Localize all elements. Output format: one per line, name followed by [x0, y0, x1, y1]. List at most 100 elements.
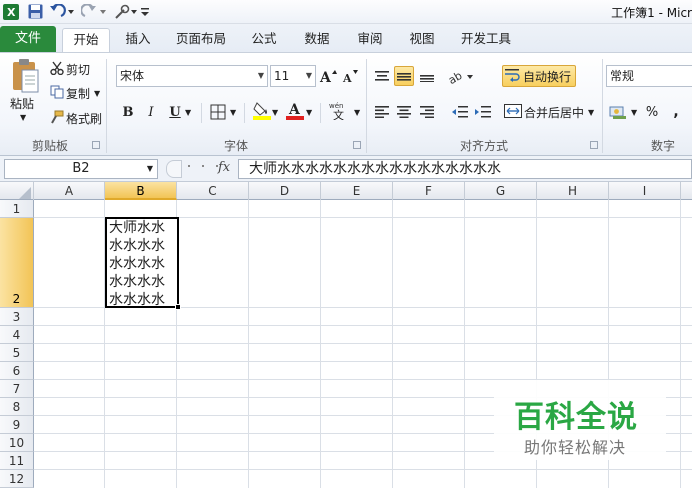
- svg-text:ab: ab: [448, 69, 464, 84]
- save-icon[interactable]: [26, 3, 44, 20]
- fill-handle[interactable]: [175, 304, 181, 310]
- row-header-8[interactable]: 8: [0, 398, 34, 416]
- tab-view[interactable]: 视图: [402, 28, 442, 52]
- font-size-select[interactable]: 11 ▼: [270, 65, 316, 87]
- separator: [244, 103, 245, 123]
- decrease-indent-icon[interactable]: [450, 102, 470, 122]
- ribbon-tabs: 文件 开始 插入 页面布局 公式 数据 审阅 视图 开发工具: [0, 24, 692, 52]
- tab-review[interactable]: 审阅: [350, 28, 390, 52]
- select-all-button[interactable]: [0, 182, 34, 200]
- wrap-text-button[interactable]: 自动换行: [502, 65, 576, 87]
- column-header-b[interactable]: B: [105, 182, 177, 200]
- borders-icon[interactable]: [208, 102, 228, 122]
- tab-data[interactable]: 数据: [297, 28, 337, 52]
- insert-function-button[interactable]: fx: [218, 160, 230, 175]
- name-box[interactable]: B2 ▼: [4, 159, 158, 179]
- fill-color-icon[interactable]: [252, 100, 272, 120]
- merge-center-button[interactable]: 合并后居中 ▼: [504, 102, 594, 122]
- row-header-6[interactable]: 6: [0, 362, 34, 380]
- cell-text-line: 水水水水: [109, 256, 165, 272]
- paste-icon[interactable]: [8, 57, 42, 95]
- svg-text:文: 文: [333, 108, 344, 120]
- format-painter-button[interactable]: 格式刷: [50, 110, 102, 127]
- underline-dropdown-icon[interactable]: ▼: [185, 108, 191, 117]
- row-header-2[interactable]: 2: [0, 218, 34, 308]
- font-color-icon[interactable]: A: [285, 100, 305, 120]
- column-header-g[interactable]: G: [465, 182, 537, 200]
- italic-button[interactable]: I: [141, 102, 161, 122]
- font-name-select[interactable]: 宋体 ▼: [116, 65, 268, 87]
- grow-font-icon[interactable]: A: [318, 66, 338, 86]
- row-header-3[interactable]: 3: [0, 308, 34, 326]
- formula-bar-grip[interactable]: [188, 165, 218, 173]
- shrink-font-icon[interactable]: A: [340, 66, 360, 86]
- paste-button[interactable]: 粘贴: [10, 95, 34, 112]
- underline-button[interactable]: U: [165, 102, 185, 122]
- row-header-7[interactable]: 7: [0, 380, 34, 398]
- row-header-11[interactable]: 11: [0, 452, 34, 470]
- increase-indent-icon[interactable]: [473, 102, 493, 122]
- row-header-12[interactable]: 12: [0, 470, 34, 488]
- tab-insert[interactable]: 插入: [118, 28, 158, 52]
- row-header-5[interactable]: 5: [0, 344, 34, 362]
- align-center-icon[interactable]: [394, 102, 414, 122]
- row-header-4[interactable]: 4: [0, 326, 34, 344]
- customize-toolbar-icon[interactable]: [140, 3, 150, 20]
- column-header-a[interactable]: A: [34, 182, 105, 200]
- undo-icon[interactable]: [48, 3, 76, 20]
- align-bottom-icon[interactable]: [417, 66, 437, 86]
- phonetic-guide-icon[interactable]: wén 文: [328, 100, 354, 120]
- font-name-value: 宋体: [120, 69, 145, 83]
- row-header-1[interactable]: 1: [0, 200, 34, 218]
- cell-text-line: 水水水水: [109, 238, 165, 254]
- alignment-launcher-icon[interactable]: [590, 141, 598, 149]
- borders-dropdown-icon[interactable]: ▼: [230, 108, 236, 117]
- copy-icon: [50, 85, 66, 102]
- align-left-icon[interactable]: [372, 102, 392, 122]
- svg-text:A: A: [319, 70, 332, 84]
- column-header-f[interactable]: F: [393, 182, 465, 200]
- fill-color-dropdown-icon[interactable]: ▼: [272, 108, 278, 117]
- merge-center-label: 合并后居中: [524, 105, 585, 120]
- column-header-i[interactable]: I: [609, 182, 681, 200]
- merge-dropdown-icon[interactable]: ▼: [588, 108, 594, 117]
- separator: [201, 103, 202, 123]
- column-header-d[interactable]: D: [249, 182, 321, 200]
- number-format-select[interactable]: 常规: [606, 65, 692, 87]
- font-launcher-icon[interactable]: [353, 141, 361, 149]
- align-top-icon[interactable]: [372, 66, 392, 86]
- currency-dropdown-icon[interactable]: ▼: [631, 108, 637, 117]
- tab-page-layout[interactable]: 页面布局: [170, 28, 232, 52]
- align-right-icon[interactable]: [417, 102, 437, 122]
- number-format-value: 常规: [610, 69, 635, 83]
- tab-home[interactable]: 开始: [62, 28, 110, 52]
- paste-dropdown-icon[interactable]: ▼: [20, 113, 26, 122]
- tools-icon[interactable]: [112, 3, 138, 20]
- formula-input[interactable]: 大师水水水水水水水水水水水水水水水水: [238, 159, 692, 179]
- comma-style-button[interactable]: ,: [666, 102, 686, 122]
- redo-icon[interactable]: [80, 3, 108, 20]
- tab-formulas[interactable]: 公式: [244, 28, 284, 52]
- merge-icon: [504, 103, 524, 121]
- currency-icon[interactable]: [608, 102, 630, 122]
- orientation-icon[interactable]: ab: [447, 66, 475, 86]
- percent-button[interactable]: %: [642, 102, 662, 122]
- row-header-10[interactable]: 10: [0, 434, 34, 452]
- column-header-c[interactable]: C: [177, 182, 249, 200]
- copy-button[interactable]: 复制 ▼: [50, 85, 100, 102]
- phonetic-dropdown-icon[interactable]: ▼: [354, 108, 360, 117]
- row-header-9[interactable]: 9: [0, 416, 34, 434]
- formula-bar-splitter[interactable]: [166, 160, 182, 178]
- copy-dropdown-icon[interactable]: ▼: [94, 89, 100, 98]
- align-middle-icon[interactable]: [394, 66, 414, 86]
- font-color-dropdown-icon[interactable]: ▼: [306, 108, 312, 117]
- tab-file[interactable]: 文件: [0, 26, 56, 52]
- tab-developer[interactable]: 开发工具: [456, 28, 516, 52]
- clipboard-launcher-icon[interactable]: [92, 141, 100, 149]
- column-header-e[interactable]: E: [321, 182, 393, 200]
- cell-b2[interactable]: 大师水水 水水水水 水水水水 水水水水 水水水水: [105, 217, 179, 308]
- column-header-h[interactable]: H: [537, 182, 609, 200]
- bold-button[interactable]: B: [118, 102, 138, 122]
- number-group-label: 数字: [650, 139, 675, 153]
- cut-button[interactable]: 剪切: [50, 61, 90, 78]
